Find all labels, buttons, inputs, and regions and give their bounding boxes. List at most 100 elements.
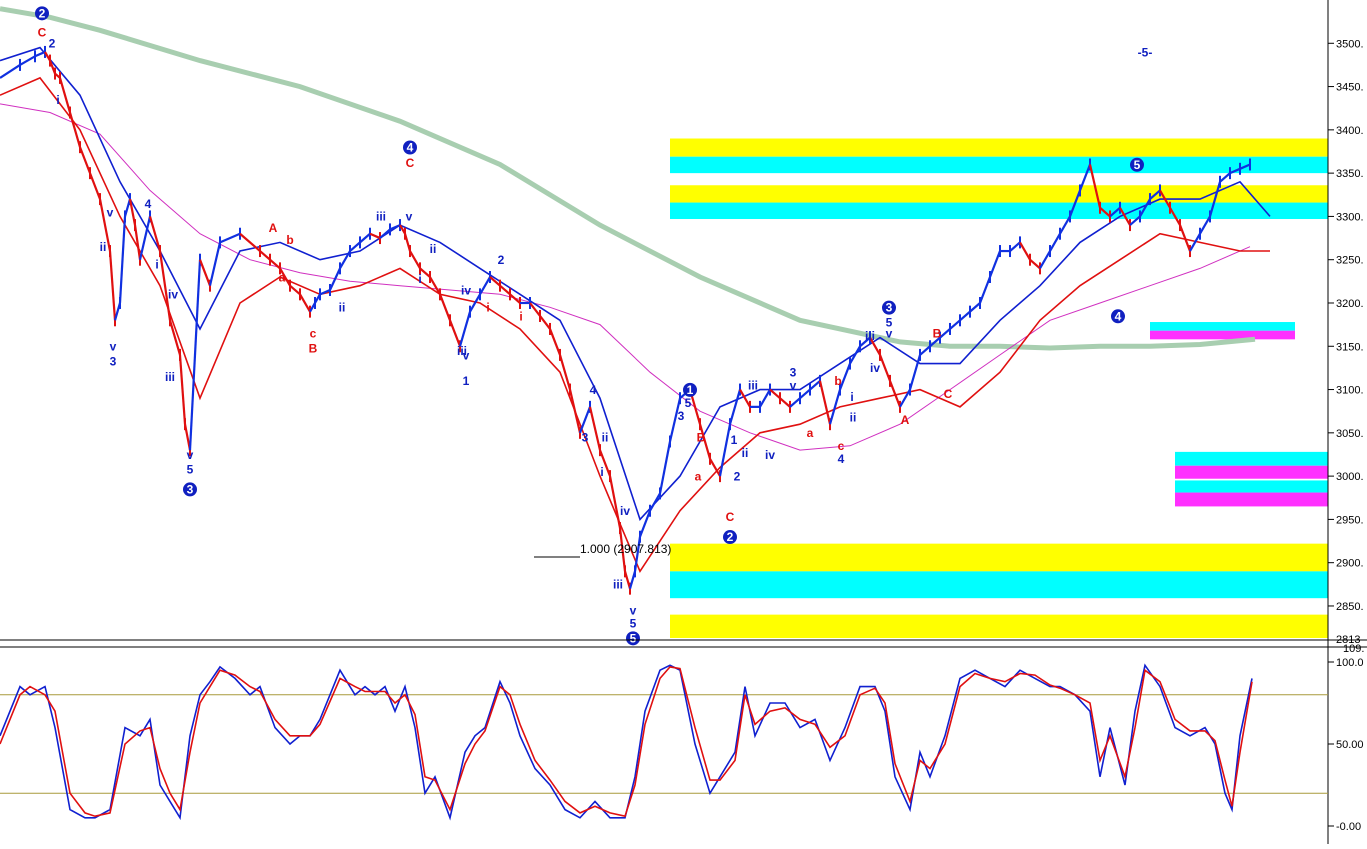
target-zone-yellow — [670, 138, 1328, 157]
price-axis-tick-label: 2850. — [1336, 601, 1364, 613]
wave-label: 5 — [630, 617, 637, 631]
chart-canvas: 2C2ivii4iivv3iiiv53AbacBii4Ciii viiiiv2ii… — [0, 0, 1367, 844]
oscillator-top-tick: 109. — [1343, 643, 1364, 655]
target-zone-yellow — [670, 614, 1328, 638]
wave-label: iv — [765, 448, 775, 462]
wave-label: ii — [430, 242, 437, 256]
oscillator-axis-tick-label: -0.00 — [1336, 821, 1361, 833]
wave-label: -5- — [1138, 45, 1153, 59]
wave-label: B — [697, 430, 706, 444]
target-zone-yellow — [670, 543, 1328, 572]
wave-label: iv — [870, 361, 880, 375]
price-axis-tick-label: 3450. — [1336, 82, 1364, 94]
wave-label: i — [850, 390, 853, 404]
wave-label: ii — [339, 301, 346, 315]
target-zone-magenta — [1175, 492, 1328, 507]
wave-label: ii — [850, 411, 857, 425]
wave-label: c — [310, 327, 317, 341]
wave-label: iii — [613, 578, 623, 592]
wave-label: i — [486, 301, 489, 315]
wave-label: 4 — [838, 452, 845, 466]
wave-label: 5 — [187, 463, 194, 477]
wave-label: C — [944, 387, 953, 401]
price-axis-tick-label: 3400. — [1336, 125, 1364, 137]
wave-label: 3 — [678, 409, 685, 423]
wave-label: 1 — [687, 383, 694, 397]
wave-label: 4 — [590, 383, 597, 397]
fib-annotation: 1.000 (2907.813) — [580, 542, 671, 556]
wave-label: iii — [376, 210, 386, 224]
wave-label: v — [406, 210, 413, 224]
target-zone-cyan — [1175, 451, 1328, 466]
wave-label: B — [933, 327, 942, 341]
wave-label: iv — [620, 504, 630, 518]
price-axis-tick-label: 3500. — [1336, 38, 1364, 50]
wave-label: A — [901, 413, 910, 427]
wave-label: 1 — [731, 433, 738, 447]
wave-label: ii — [602, 430, 609, 444]
wave-label: 3 — [790, 366, 797, 380]
wave-label: C — [726, 510, 735, 524]
price-axis-tick-label: 3200. — [1336, 298, 1364, 310]
wave-label: C — [406, 156, 415, 170]
wave-label: iii — [165, 370, 175, 384]
price-axis-tick-label: 2950. — [1336, 514, 1364, 526]
price-axis-tick-label: 2900. — [1336, 558, 1364, 570]
wave-label: v — [463, 348, 470, 362]
wave-label: iii — [865, 329, 875, 343]
wave-label: 2 — [727, 530, 734, 544]
wave-label: 5 — [630, 631, 637, 645]
price-axis-tick-label: 3250. — [1336, 255, 1364, 267]
wave-label: 5 — [685, 396, 692, 410]
wave-label: 2 — [49, 37, 56, 51]
wave-label: i — [600, 465, 603, 479]
wave-label: a — [695, 469, 702, 483]
wave-label: 4 — [1115, 309, 1122, 323]
wave-label: iii — [748, 379, 758, 393]
target-zone-cyan — [670, 571, 1328, 599]
wave-label: 3 — [187, 482, 194, 496]
wave-label: v — [790, 379, 797, 393]
wave-label: c — [838, 439, 845, 453]
wave-label: v — [187, 448, 194, 462]
wave-label: 2 — [734, 469, 741, 483]
wave-label: 4 — [407, 140, 414, 154]
chart: 2 C 2 i v ii 4 i iv v 3 iii v 5 3 Ab a c Bii 4 Ciii v ii i iv 2 i i… — [0, 0, 1367, 844]
wave-label: i — [418, 272, 421, 286]
target-zone-magenta — [1150, 330, 1295, 340]
wave-label: i — [56, 93, 59, 107]
wave-label: i — [155, 257, 158, 271]
wave-label: 3 — [886, 301, 893, 315]
target-zone-cyan — [1150, 322, 1295, 331]
wave-label: a — [279, 270, 286, 284]
wave-label: ii — [742, 446, 749, 460]
target-zone-cyan — [670, 202, 1328, 220]
wave-label: v — [886, 327, 893, 341]
wave-label: B — [309, 341, 318, 355]
price-axis-tick-label: 3000. — [1336, 471, 1364, 483]
wave-label: ii — [100, 240, 107, 254]
wave-label: 5 — [1134, 158, 1141, 172]
wave-label: 2 — [498, 253, 505, 267]
price-axis-tick-label: 3350. — [1336, 168, 1364, 180]
wave-label: iv — [461, 283, 471, 297]
wave-label: v — [107, 205, 114, 219]
wave-label: 3 — [582, 430, 589, 444]
target-zone-magenta — [1175, 465, 1328, 479]
wave-label: v — [110, 340, 117, 354]
wave-label: 2 — [39, 6, 46, 20]
wave-label: 3 — [110, 354, 117, 368]
price-axis-tick-label: 3300. — [1336, 211, 1364, 223]
price-axis-tick-label: 3150. — [1336, 341, 1364, 353]
wave-label: C — [38, 25, 47, 39]
price-axis-tick-label: 3100. — [1336, 385, 1364, 397]
wave-label: b — [286, 233, 293, 247]
wave-label: a — [807, 426, 814, 440]
oscillator-axis-tick-label: 50.00 — [1336, 739, 1364, 751]
wave-label: A — [269, 221, 278, 235]
oscillator-axis-tick-label: 100.0 — [1336, 657, 1364, 669]
wave-label: i — [519, 309, 522, 323]
target-zone-cyan — [1175, 480, 1328, 493]
wave-label: iv — [168, 288, 178, 302]
wave-label: v — [630, 604, 637, 618]
